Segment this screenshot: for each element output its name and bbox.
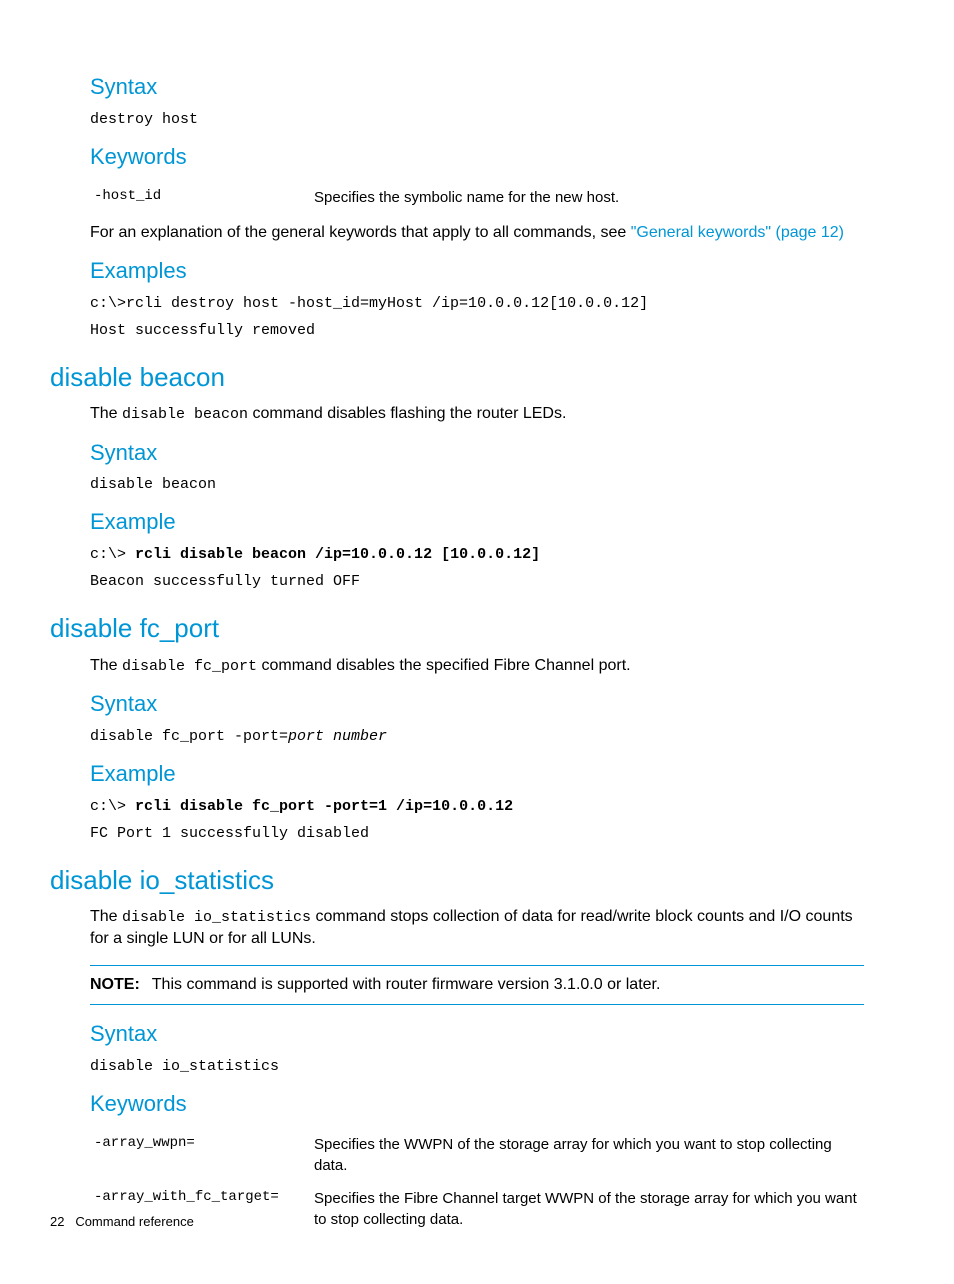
inline-code: disable io_statistics	[122, 909, 311, 926]
heading-syntax: Syntax	[90, 72, 864, 103]
keyword-name: -host_id	[90, 181, 310, 214]
heading-keywords: Keywords	[90, 1089, 864, 1120]
heading-keywords: Keywords	[90, 142, 864, 173]
note-box: NOTE: This command is supported with rout…	[90, 965, 864, 1005]
command: rcli disable beacon /ip=10.0.0.12 [10.0.…	[135, 546, 540, 563]
prompt: c:\>	[90, 798, 135, 815]
command: rcli disable fc_port -port=1 /ip=10.0.0.…	[135, 798, 513, 815]
heading-example: Example	[90, 759, 864, 790]
example-line: c:\> rcli disable beacon /ip=10.0.0.12 […	[90, 544, 864, 565]
code-param: port number	[288, 728, 387, 745]
note-text: This command is supported with router fi…	[152, 976, 661, 993]
keyword-desc: Specifies the WWPN of the storage array …	[310, 1128, 864, 1182]
example-output: FC Port 1 successfully disabled	[90, 823, 864, 844]
code-text: disable fc_port -port=	[90, 728, 288, 745]
page-number: 22	[50, 1214, 64, 1229]
disable-io-statistics-intro: The disable io_statistics command stops …	[90, 906, 864, 951]
prompt: c:\>	[90, 546, 135, 563]
code-disable-io-statistics: disable io_statistics	[90, 1056, 864, 1077]
text: command disables flashing the router LED…	[248, 405, 566, 422]
keywords-table-io-statistics: -array_wwpn= Specifies the WWPN of the s…	[90, 1128, 864, 1236]
text: The	[90, 405, 122, 422]
disable-fc-port-intro: The disable fc_port command disables the…	[90, 655, 864, 677]
example-output: Host successfully removed	[90, 320, 864, 341]
table-row: -array_wwpn= Specifies the WWPN of the s…	[90, 1128, 864, 1182]
code-disable-beacon: disable beacon	[90, 474, 864, 495]
heading-syntax: Syntax	[90, 689, 864, 720]
para-text: For an explanation of the general keywor…	[90, 224, 631, 241]
heading-disable-fc-port: disable fc_port	[50, 610, 864, 646]
inline-code: disable fc_port	[122, 658, 257, 675]
heading-syntax: Syntax	[90, 1019, 864, 1050]
general-keywords-link[interactable]: "General keywords" (page 12)	[631, 224, 844, 241]
text: The	[90, 908, 122, 925]
example-line: c:\> rcli disable fc_port -port=1 /ip=10…	[90, 796, 864, 817]
keyword-name: -array_wwpn=	[90, 1128, 310, 1182]
general-keywords-para: For an explanation of the general keywor…	[90, 222, 864, 244]
keyword-desc: Specifies the Fibre Channel target WWPN …	[310, 1182, 864, 1236]
inline-code: disable beacon	[122, 406, 248, 423]
heading-examples: Examples	[90, 256, 864, 287]
heading-syntax: Syntax	[90, 438, 864, 469]
text: command disables the specified Fibre Cha…	[257, 657, 631, 674]
heading-example: Example	[90, 507, 864, 538]
page-footer: 22 Command reference	[50, 1213, 194, 1231]
example-output: Beacon successfully turned OFF	[90, 571, 864, 592]
text: The	[90, 657, 122, 674]
keyword-desc: Specifies the symbolic name for the new …	[310, 181, 864, 214]
chapter-title: Command reference	[75, 1214, 194, 1229]
table-row: -host_id Specifies the symbolic name for…	[90, 181, 864, 214]
code-disable-fc-port: disable fc_port -port=port number	[90, 726, 864, 747]
heading-disable-beacon: disable beacon	[50, 359, 864, 395]
example-line: c:\>rcli destroy host -host_id=myHost /i…	[90, 293, 864, 314]
code-destroy-host: destroy host	[90, 109, 864, 130]
keywords-table-destroy-host: -host_id Specifies the symbolic name for…	[90, 181, 864, 214]
disable-beacon-intro: The disable beacon command disables flas…	[90, 403, 864, 425]
heading-disable-io-statistics: disable io_statistics	[50, 862, 864, 898]
table-row: -array_with_fc_target= Specifies the Fib…	[90, 1182, 864, 1236]
note-label: NOTE:	[90, 976, 140, 993]
